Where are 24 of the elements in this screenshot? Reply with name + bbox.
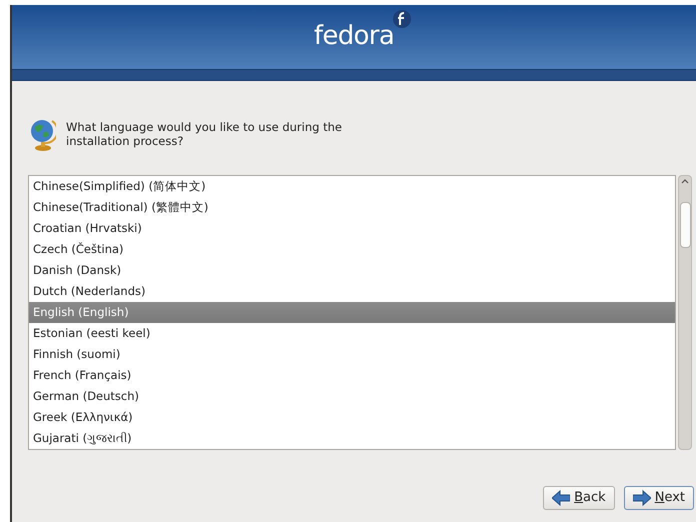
language-item[interactable]: German (Deutsch) bbox=[29, 386, 675, 407]
language-item[interactable]: Finnish (suomi) bbox=[29, 344, 675, 365]
language-item[interactable]: Croatian (Hrvatski) bbox=[29, 218, 675, 239]
language-item[interactable]: Czech (Čeština) bbox=[29, 239, 675, 260]
language-item[interactable]: French (Français) bbox=[29, 365, 675, 386]
scrollbar[interactable] bbox=[678, 175, 692, 450]
language-item[interactable]: Greek (Ελληνικά) bbox=[29, 407, 675, 428]
language-item[interactable]: Gujarati (ગુજરાતી) bbox=[29, 428, 675, 449]
language-item[interactable]: Danish (Dansk) bbox=[29, 260, 675, 281]
left-arrow-icon bbox=[552, 490, 570, 506]
next-button[interactable]: Next bbox=[624, 486, 694, 510]
scroll-up-icon[interactable] bbox=[681, 179, 689, 184]
right-arrow-icon bbox=[632, 490, 651, 506]
language-item[interactable]: English (English) bbox=[29, 302, 675, 323]
globe-icon bbox=[30, 117, 56, 151]
question-text: What language would you like to use during the installation process? bbox=[66, 120, 343, 148]
language-item[interactable]: Chinese(Simplified) (简体中文) bbox=[29, 176, 675, 197]
scroll-thumb[interactable] bbox=[680, 202, 690, 248]
language-item[interactable]: Dutch (Nederlands) bbox=[29, 281, 675, 302]
language-item[interactable]: Estonian (eesti keel) bbox=[29, 323, 675, 344]
logo: fedora bbox=[314, 21, 394, 51]
back-button[interactable]: Back bbox=[543, 486, 615, 510]
logo-icon bbox=[392, 9, 412, 29]
language-item[interactable]: Chinese(Traditional) (繁體中文) bbox=[29, 197, 675, 218]
